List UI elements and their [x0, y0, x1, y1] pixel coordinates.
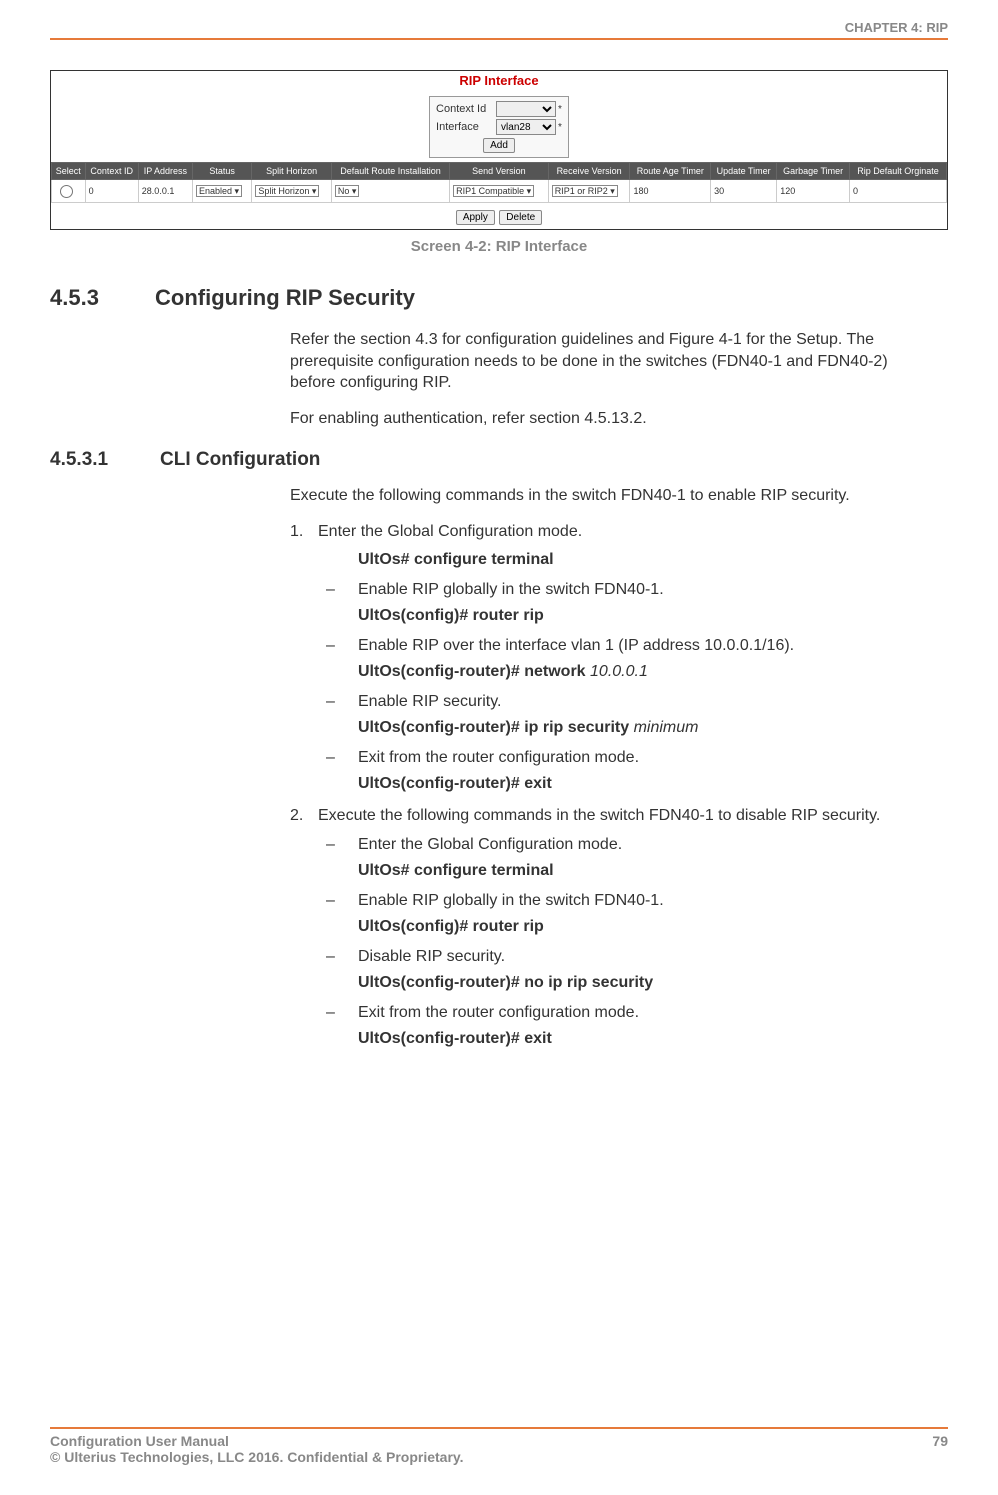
col-split-horizon: Split Horizon	[252, 163, 332, 180]
section-heading: 4.5.3 Configuring RIP Security	[50, 285, 948, 311]
col-ip-address: IP Address	[138, 163, 192, 180]
cell-send-version-select[interactable]: RIP1 Compatible ▾	[453, 185, 534, 197]
dash-marker: –	[326, 1004, 358, 1022]
sub-text: Exit from the router configuration mode.	[358, 1004, 928, 1022]
section-number: 4.5.3	[50, 285, 155, 311]
cell-split-horizon-select[interactable]: Split Horizon ▾	[255, 185, 319, 197]
sub-item: – Exit from the router configuration mod…	[326, 749, 928, 767]
list-marker: 1.	[290, 521, 318, 543]
apply-button[interactable]: Apply	[456, 210, 495, 225]
col-status: Status	[192, 163, 251, 180]
rip-interface-table: Select Context ID IP Address Status Spli…	[51, 162, 947, 203]
page-number: 79	[932, 1433, 948, 1465]
interface-select[interactable]: vlan28	[496, 119, 556, 135]
section-title: Configuring RIP Security	[155, 285, 415, 311]
sub-text: Enable RIP globally in the switch FDN40-…	[358, 581, 928, 599]
cell-route-age: 180	[630, 180, 711, 203]
dash-marker: –	[326, 581, 358, 599]
footer-copyright: © Ulterius Technologies, LLC 2016. Confi…	[50, 1449, 464, 1465]
footer-manual-title: Configuration User Manual	[50, 1433, 464, 1449]
dash-marker: –	[326, 892, 358, 910]
body-text: For enabling authentication, refer secti…	[290, 408, 918, 430]
page-footer: Configuration User Manual © Ulterius Tec…	[50, 1427, 948, 1465]
command-line: UltOs(config)# router rip	[358, 607, 928, 625]
subsection-title: CLI Configuration	[160, 449, 320, 471]
context-id-select[interactable]	[496, 101, 556, 117]
interface-label: Interface	[436, 121, 496, 133]
dash-marker: –	[326, 749, 358, 767]
list-item: 2. Execute the following commands in the…	[290, 805, 928, 827]
table-row: 0 28.0.0.1 Enabled ▾ Split Horizon ▾ No …	[52, 180, 947, 203]
context-id-label: Context Id	[436, 103, 496, 115]
required-mark: *	[558, 104, 562, 115]
sub-text: Exit from the router configuration mode.	[358, 749, 928, 767]
command-line: UltOs(config-router)# exit	[358, 1030, 928, 1048]
form-panel: Context Id * Interface vlan28 * Add	[51, 90, 947, 162]
sub-text: Enable RIP security.	[358, 693, 928, 711]
sub-item: – Enable RIP globally in the switch FDN4…	[326, 581, 928, 599]
figure-title: RIP Interface	[51, 71, 947, 90]
figure-caption: Screen 4-2: RIP Interface	[50, 238, 948, 255]
dash-marker: –	[326, 693, 358, 711]
subsection-number: 4.5.3.1	[50, 449, 160, 471]
sub-item: – Enable RIP globally in the switch FDN4…	[326, 892, 928, 910]
command-line: UltOs(config-router)# ip rip security mi…	[358, 719, 928, 737]
col-update-timer: Update Timer	[711, 163, 777, 180]
cell-update-timer: 30	[711, 180, 777, 203]
dash-marker: –	[326, 836, 358, 854]
cell-context-id: 0	[85, 180, 138, 203]
list-text: Execute the following commands in the sw…	[318, 805, 928, 827]
col-garbage-timer: Garbage Timer	[777, 163, 850, 180]
cell-rip-default: 0	[850, 180, 947, 203]
cell-garbage-timer: 120	[777, 180, 850, 203]
figure-box: RIP Interface Context Id * Interface vla…	[50, 70, 948, 230]
body-text: Execute the following commands in the sw…	[290, 485, 918, 507]
cell-ip-address: 28.0.0.1	[138, 180, 192, 203]
col-rip-default: Rip Default Orginate	[850, 163, 947, 180]
command-line: UltOs# configure terminal	[358, 862, 928, 880]
command-line: UltOs(config-router)# exit	[358, 775, 928, 793]
required-mark: *	[558, 122, 562, 133]
col-receive-version: Receive Version	[548, 163, 630, 180]
dash-marker: –	[326, 948, 358, 966]
subsection-heading: 4.5.3.1 CLI Configuration	[50, 449, 948, 471]
sub-item: – Enter the Global Configuration mode.	[326, 836, 928, 854]
sub-item: – Enable RIP over the interface vlan 1 (…	[326, 637, 928, 655]
sub-text: Enter the Global Configuration mode.	[358, 836, 928, 854]
sub-text: Disable RIP security.	[358, 948, 928, 966]
col-route-age: Route Age Timer	[630, 163, 711, 180]
cell-default-route-select[interactable]: No ▾	[335, 185, 360, 197]
command-line: UltOs(config-router)# no ip rip security	[358, 974, 928, 992]
list-marker: 2.	[290, 805, 318, 827]
col-context-id: Context ID	[85, 163, 138, 180]
list-item: 1. Enter the Global Configuration mode.	[290, 521, 928, 543]
sub-text: Enable RIP over the interface vlan 1 (IP…	[358, 637, 928, 655]
sub-text: Enable RIP globally in the switch FDN40-…	[358, 892, 928, 910]
chapter-header: CHAPTER 4: RIP	[50, 20, 948, 40]
col-default-route: Default Route Installation	[331, 163, 449, 180]
delete-button[interactable]: Delete	[499, 210, 542, 225]
dash-marker: –	[326, 637, 358, 655]
row-select-radio[interactable]	[60, 185, 73, 198]
sub-item: – Enable RIP security.	[326, 693, 928, 711]
sub-item: – Exit from the router configuration mod…	[326, 1004, 928, 1022]
col-select: Select	[52, 163, 86, 180]
cell-receive-version-select[interactable]: RIP1 or RIP2 ▾	[552, 185, 618, 197]
cell-status-select[interactable]: Enabled ▾	[196, 185, 242, 197]
add-button[interactable]: Add	[483, 138, 515, 153]
command-line: UltOs(config-router)# network 10.0.0.1	[358, 663, 928, 681]
sub-item: – Disable RIP security.	[326, 948, 928, 966]
col-send-version: Send Version	[450, 163, 549, 180]
command-line: UltOs(config)# router rip	[358, 918, 928, 936]
body-text: Refer the section 4.3 for configuration …	[290, 329, 918, 394]
list-text: Enter the Global Configuration mode.	[318, 521, 928, 543]
command-line: UltOs# configure terminal	[358, 551, 928, 569]
